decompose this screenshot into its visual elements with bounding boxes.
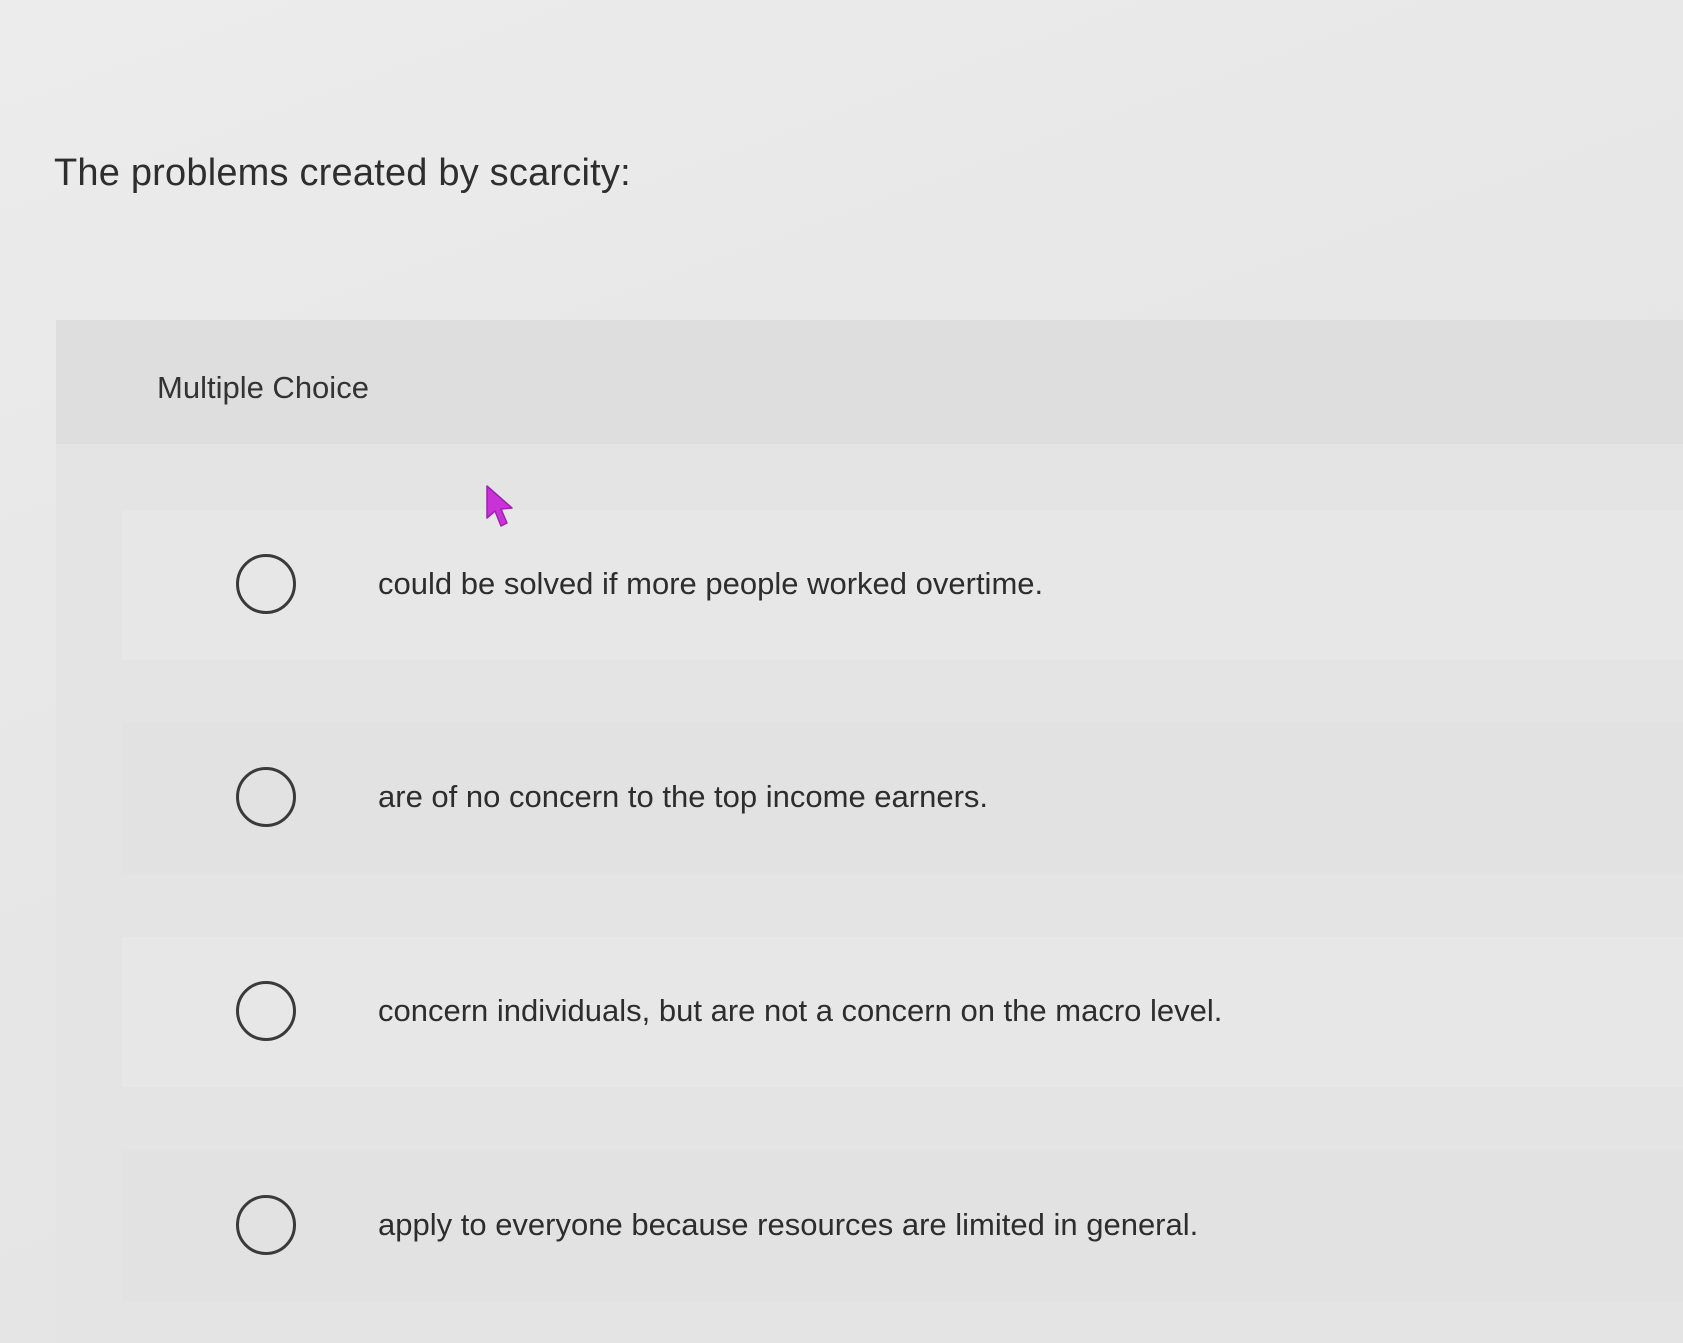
radio-unchecked-icon[interactable] — [236, 554, 296, 614]
panel-header: Multiple Choice — [56, 320, 1683, 444]
answer-option-label: concern individuals, but are not a conce… — [378, 993, 1223, 1028]
answer-option-3[interactable]: concern individuals, but are not a conce… — [122, 937, 1683, 1087]
question-text: The problems created by scarcity: — [54, 152, 631, 194]
answer-option-label: could be solved if more people worked ov… — [378, 566, 1044, 601]
question-type-label: Multiple Choice — [157, 370, 369, 405]
radio-unchecked-icon[interactable] — [236, 767, 296, 827]
answer-option-4[interactable]: apply to everyone because resources are … — [122, 1151, 1683, 1301]
answer-option-label: are of no concern to the top income earn… — [378, 779, 989, 814]
answer-option-2[interactable]: are of no concern to the top income earn… — [122, 723, 1683, 873]
answer-option-1[interactable]: could be solved if more people worked ov… — [122, 510, 1683, 660]
multiple-choice-panel: Multiple Choice could be solved if more … — [56, 320, 1683, 1343]
radio-unchecked-icon[interactable] — [236, 981, 296, 1041]
answer-option-label: apply to everyone because resources are … — [378, 1207, 1199, 1242]
radio-unchecked-icon[interactable] — [236, 1195, 296, 1255]
mouse-pointer-icon — [486, 485, 513, 527]
